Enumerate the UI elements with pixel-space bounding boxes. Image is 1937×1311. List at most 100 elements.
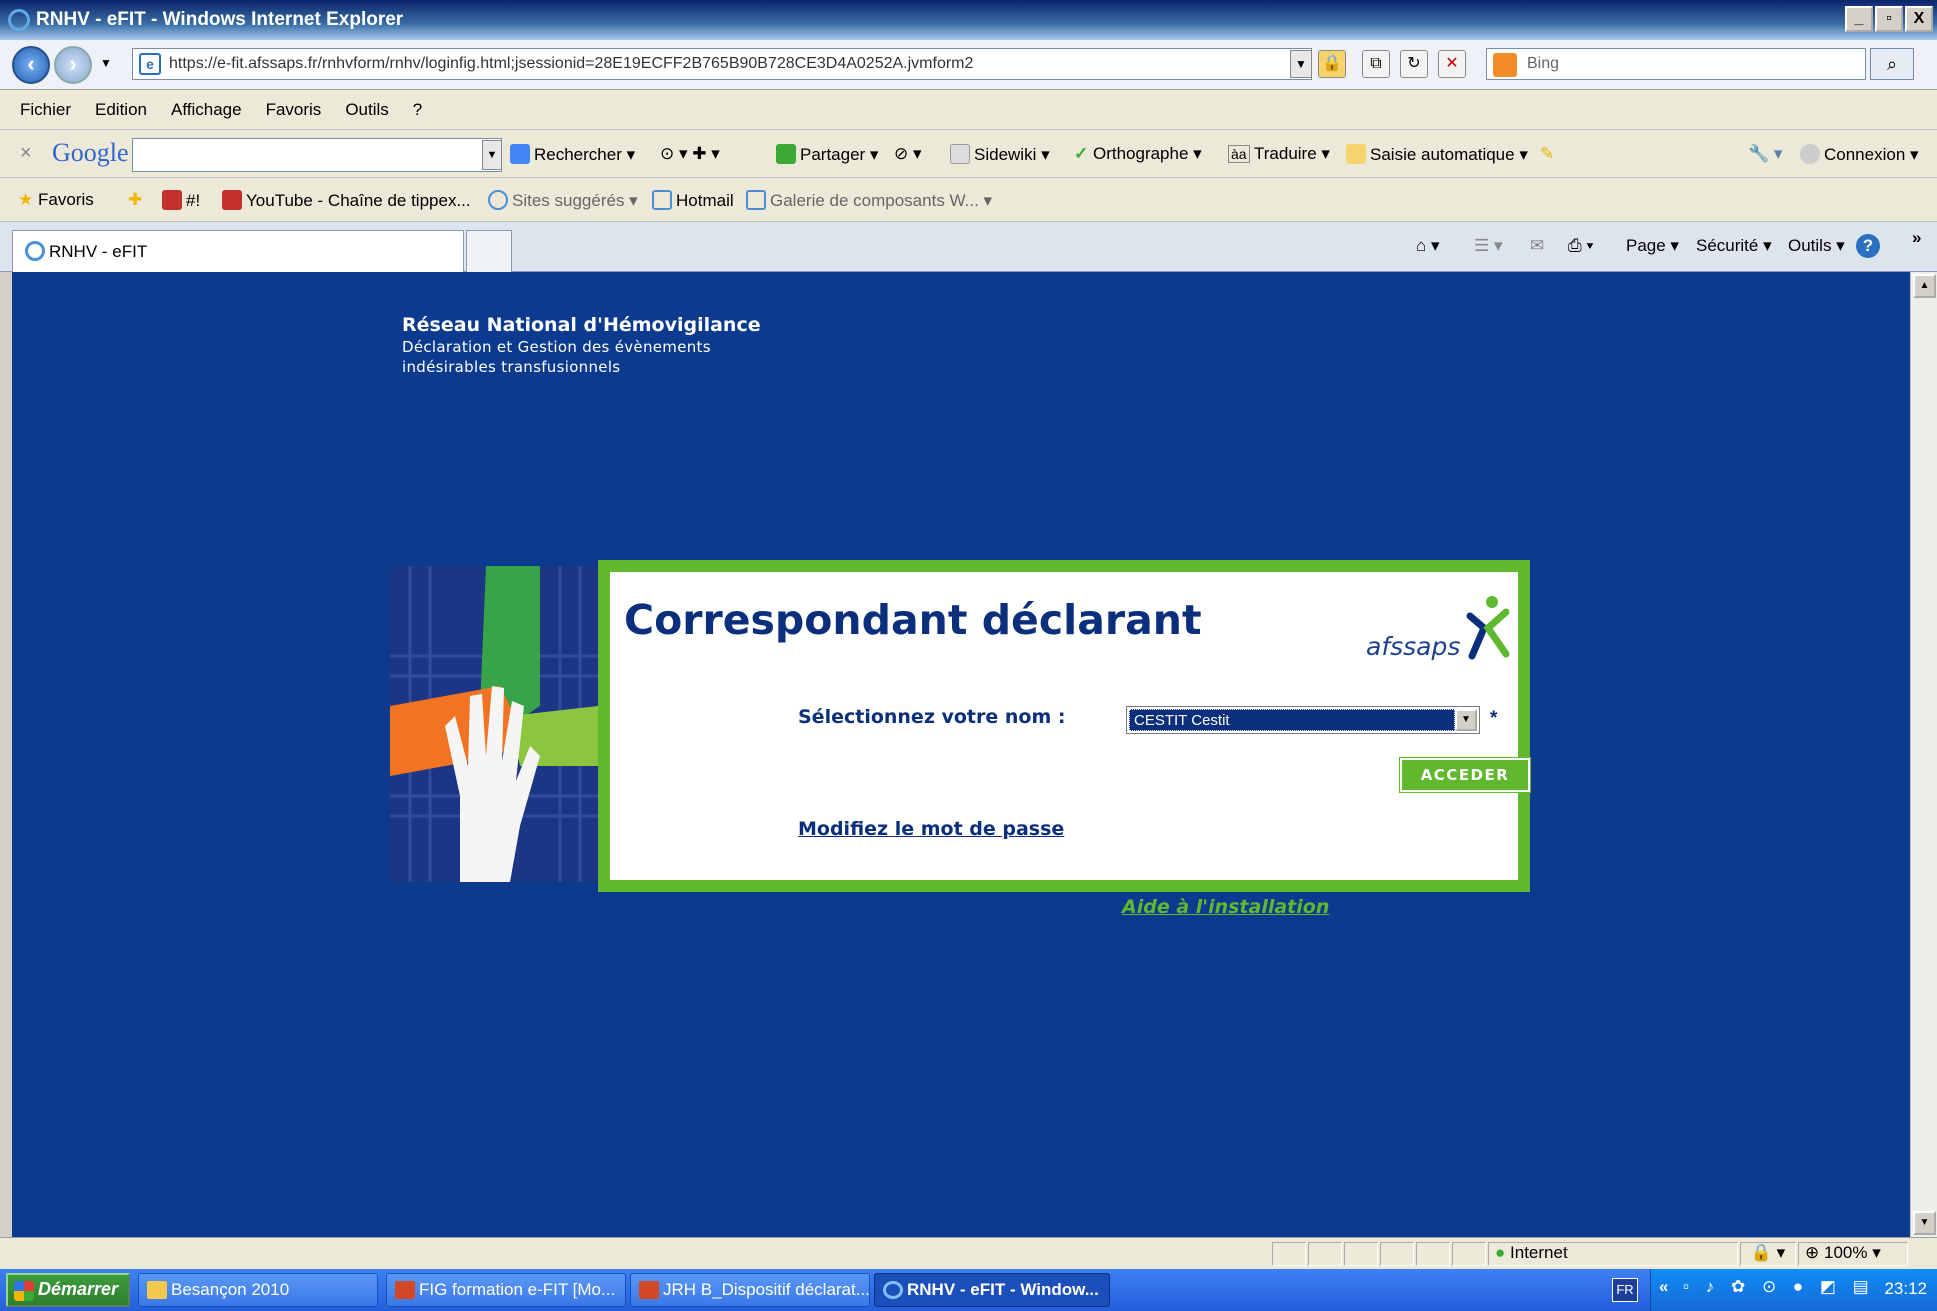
- menu-tools[interactable]: Outils: [345, 100, 388, 120]
- bing-icon: [1493, 53, 1517, 77]
- menu-view[interactable]: Affichage: [171, 100, 242, 120]
- compatibility-icon[interactable]: ⧉: [1362, 50, 1390, 78]
- protected-mode-icon[interactable]: 🔒 ▾: [1740, 1242, 1796, 1266]
- url-text: https://e-fit.afssaps.fr/rnhvform/rnhv/l…: [169, 55, 974, 72]
- popup-blocker-icon[interactable]: ⊘ ▾: [894, 144, 922, 164]
- tray-icons[interactable]: ▫ ♪ ✿ ⊙ ● ◩ ▤: [1683, 1277, 1875, 1297]
- task-jrh-dispositif[interactable]: JRH B_Dispositif déclarat...: [630, 1273, 870, 1307]
- folder-icon: [147, 1281, 167, 1299]
- change-password-link[interactable]: Modifiez le mot de passe: [798, 818, 1064, 840]
- autofill-button[interactable]: Saisie automatique ▾: [1346, 144, 1528, 165]
- login-panel: Correspondant déclarant afssaps Sélectio…: [598, 560, 1531, 892]
- menu-help[interactable]: ?: [413, 100, 422, 120]
- translate-icon: àa: [1228, 145, 1250, 163]
- security-zone[interactable]: ● Internet: [1488, 1242, 1738, 1266]
- toolbar-tools-icons[interactable]: ⊙ ▾ ✚ ▾: [660, 144, 720, 164]
- print-icon[interactable]: ⎙ ▾: [1568, 236, 1593, 256]
- hands-illustration: [390, 566, 598, 882]
- spellcheck-icon: ✓: [1074, 144, 1093, 163]
- new-tab-button[interactable]: [466, 230, 512, 272]
- lock-icon[interactable]: 🔒: [1318, 50, 1346, 78]
- history-dropdown-icon[interactable]: ▼: [100, 56, 112, 70]
- tab-rnhv-efit[interactable]: RNHV - eFIT: [12, 230, 464, 272]
- scroll-up-icon[interactable]: ▲: [1913, 274, 1936, 298]
- menu-file[interactable]: Fichier: [20, 100, 71, 120]
- mail-icon[interactable]: ✉: [1530, 236, 1544, 256]
- ie-page-icon: [652, 190, 672, 210]
- google-search-dropdown[interactable]: ▼: [482, 140, 502, 170]
- powerpoint-icon: [639, 1281, 659, 1299]
- language-indicator[interactable]: FR: [1612, 1278, 1638, 1302]
- fav-hotmail[interactable]: Hotmail: [652, 190, 734, 211]
- ie-icon: [488, 190, 508, 210]
- chevron-down-icon[interactable]: ▼: [1455, 709, 1477, 731]
- url-dropdown-button[interactable]: ▼: [1290, 50, 1312, 78]
- home-icon[interactable]: ⌂ ▾: [1416, 236, 1440, 256]
- search-input[interactable]: Bing: [1486, 48, 1866, 80]
- spellcheck-button[interactable]: ✓ Orthographe ▾: [1074, 144, 1202, 164]
- acceder-button[interactable]: ACCEDER: [1399, 757, 1531, 793]
- chevron-more-icon[interactable]: »: [1912, 228, 1921, 248]
- sidewiki-icon: [950, 144, 970, 164]
- stop-icon[interactable]: ✕: [1438, 50, 1466, 78]
- zoom-control[interactable]: ⊕ 100% ▾: [1798, 1242, 1908, 1266]
- scroll-down-icon[interactable]: ▼: [1913, 1211, 1936, 1235]
- highlight-icon[interactable]: ✎: [1540, 144, 1554, 164]
- security-menu[interactable]: Sécurité ▾: [1696, 236, 1772, 256]
- fav-hashbang[interactable]: #!: [162, 190, 200, 211]
- ie-icon: [8, 9, 30, 31]
- hands-image: [390, 566, 598, 882]
- google-logo: Google: [52, 138, 129, 167]
- site-subtitle-line2: indésirables transfusionnels: [402, 358, 621, 376]
- globe-icon: ●: [1495, 1243, 1506, 1262]
- forward-button[interactable]: ›: [54, 46, 92, 84]
- task-besancon[interactable]: Besançon 2010: [138, 1273, 378, 1307]
- installation-help-link[interactable]: Aide à l'installation: [1122, 896, 1329, 918]
- page-menu[interactable]: Page ▾: [1626, 236, 1679, 256]
- search-placeholder: Bing: [1527, 55, 1560, 72]
- page-favicon-icon: e: [139, 53, 161, 75]
- connect-button[interactable]: Connexion ▾: [1800, 144, 1919, 165]
- add-favorite-icon[interactable]: ✚: [128, 190, 142, 210]
- user-icon: [1800, 144, 1820, 164]
- google-search-input[interactable]: [132, 138, 502, 172]
- start-button[interactable]: Démarrer: [6, 1273, 130, 1307]
- site-title: Réseau National d'Hémovigilance: [402, 314, 761, 336]
- menu-favorites[interactable]: Favoris: [266, 100, 322, 120]
- help-icon[interactable]: ?: [1856, 234, 1880, 258]
- select-name-label: Sélectionnez votre nom :: [798, 706, 1066, 728]
- translate-button[interactable]: àa Traduire ▾: [1228, 144, 1330, 164]
- close-button[interactable]: X: [1905, 6, 1933, 32]
- tray-expand-icon[interactable]: «: [1659, 1277, 1668, 1297]
- back-button[interactable]: ‹: [12, 46, 50, 84]
- fav-suggested-sites[interactable]: Sites suggérés ▾: [488, 190, 638, 211]
- url-input[interactable]: e https://e-fit.afssaps.fr/rnhvform/rnhv…: [132, 48, 1312, 80]
- afssaps-logo-text: afssaps: [1366, 632, 1461, 661]
- google-search-icon: [510, 144, 530, 164]
- selected-name-value: CESTIT Cestit: [1129, 709, 1455, 731]
- menu-edit[interactable]: Edition: [95, 100, 147, 120]
- minimize-button[interactable]: _: [1845, 6, 1873, 32]
- fav-youtube[interactable]: YouTube - Chaîne de tippex...: [222, 190, 471, 211]
- refresh-icon[interactable]: ↻: [1400, 50, 1428, 78]
- fav-webslice-gallery[interactable]: Galerie de composants W... ▾: [746, 190, 992, 211]
- sidewiki-button[interactable]: Sidewiki ▾: [950, 144, 1050, 165]
- task-fig-formation[interactable]: FIG formation e-FIT [Mo...: [386, 1273, 626, 1307]
- window-titlebar: RNHV - eFIT - Windows Internet Explorer …: [0, 0, 1937, 40]
- settings-wrench-icon[interactable]: 🔧 ▾: [1748, 144, 1782, 164]
- search-button[interactable]: ⌕: [1870, 48, 1914, 80]
- feeds-icon[interactable]: ☰ ▾: [1474, 236, 1503, 256]
- tools-menu[interactable]: Outils ▾: [1788, 236, 1845, 256]
- ie-page-icon: [746, 190, 766, 210]
- ie-icon: [25, 241, 45, 261]
- vertical-scrollbar[interactable]: ▲ ▼: [1910, 272, 1937, 1237]
- favorites-button[interactable]: ★ Favoris: [18, 190, 94, 210]
- share-button[interactable]: Partager ▾: [776, 144, 878, 165]
- google-search-button[interactable]: Rechercher ▾: [510, 144, 635, 165]
- maximize-button[interactable]: ▫: [1875, 6, 1903, 32]
- tab-bar: RNHV - eFIT ⌂ ▾ ☰ ▾ ✉ ⎙ ▾ Page ▾ Sécurit…: [0, 222, 1937, 272]
- task-rnhv-efit[interactable]: RNHV - eFIT - Window...: [874, 1273, 1110, 1307]
- taskbar: Démarrer Besançon 2010 FIG formation e-F…: [0, 1269, 1937, 1311]
- name-select[interactable]: CESTIT Cestit ▼: [1126, 706, 1480, 734]
- close-toolbar-icon[interactable]: ×: [20, 142, 32, 165]
